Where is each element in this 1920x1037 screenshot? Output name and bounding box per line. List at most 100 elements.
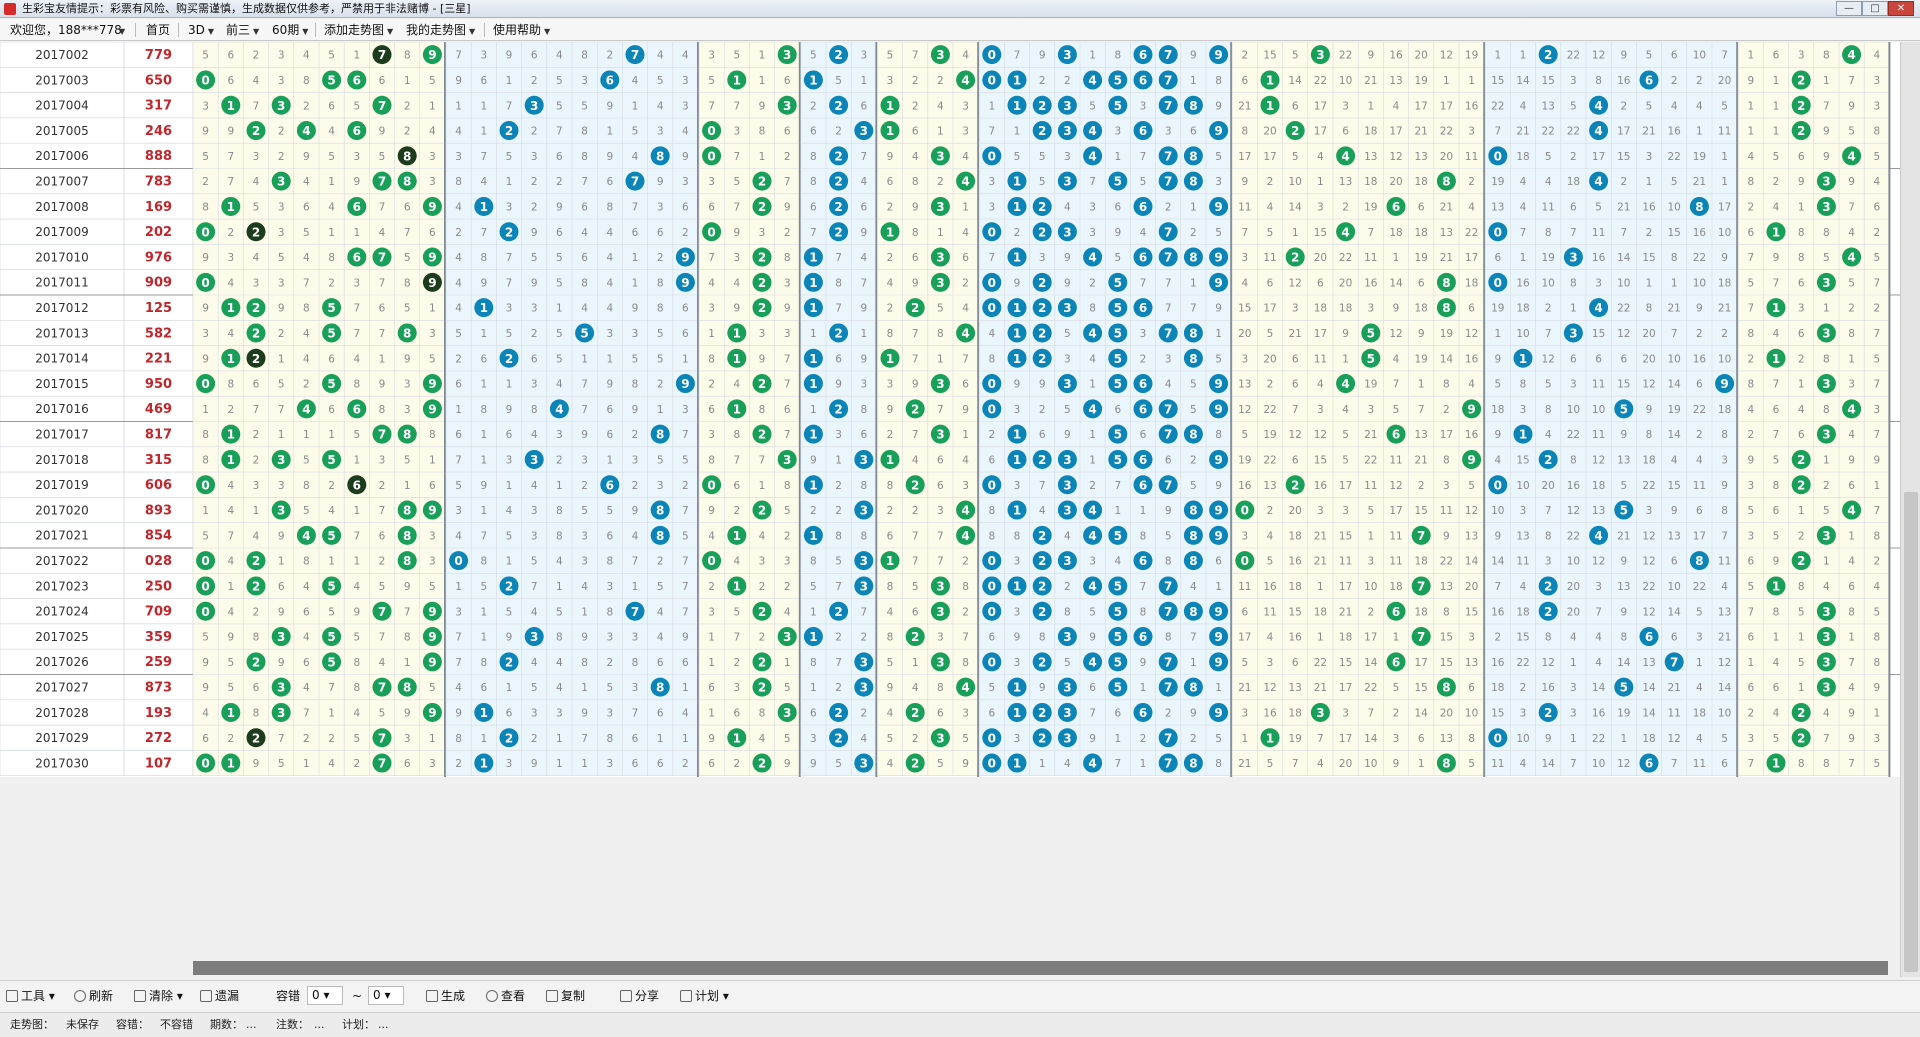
- omission-count: 3: [581, 75, 588, 87]
- omission-count: 2: [733, 505, 740, 517]
- tolerance-from-select[interactable]: 0 ▾: [307, 986, 343, 1005]
- omission-count: 3: [708, 606, 715, 618]
- menu-add-chart[interactable]: 添加走势图 ▼: [324, 19, 393, 43]
- maximize-button[interactable]: □: [1862, 1, 1888, 16]
- tools-menu-button[interactable]: 工具 ▾: [6, 987, 55, 1005]
- omission-count: 7: [988, 126, 995, 138]
- omission-count: 17: [1389, 126, 1402, 138]
- copy-button[interactable]: 复制: [546, 987, 585, 1005]
- omission-count: 2: [835, 126, 842, 138]
- menu-help[interactable]: 使用帮助 ▼: [493, 19, 550, 43]
- omission-count: 8: [606, 556, 613, 568]
- omission-count: 6: [937, 480, 944, 492]
- omission-count: 22: [1693, 252, 1706, 264]
- omission-count: 21: [1238, 758, 1251, 770]
- share-button[interactable]: 分享: [620, 987, 659, 1005]
- omission-count: 7: [480, 151, 487, 163]
- hit-ball-number: 3: [783, 48, 791, 62]
- omission-count: 8: [1823, 50, 1830, 62]
- omission-count: 2: [708, 379, 715, 391]
- omission-count: 1: [328, 227, 335, 239]
- tolerance-separator: ~: [352, 989, 363, 1003]
- omission-count: 6: [962, 252, 969, 264]
- omission-count: 11: [1516, 556, 1529, 568]
- hit-ball-number: 4: [1088, 529, 1096, 543]
- hit-ball-number: 9: [428, 200, 436, 214]
- hit-ball-number: 5: [1367, 352, 1375, 366]
- minimize-button[interactable]: —: [1836, 1, 1862, 16]
- scroll-thumb[interactable]: [1904, 492, 1918, 972]
- omission-count: 21: [1668, 682, 1681, 694]
- hit-ball-number: 2: [252, 301, 260, 315]
- omission-count: 7: [1367, 227, 1374, 239]
- period-label: 2017014: [35, 352, 88, 366]
- omission-count: 4: [1773, 657, 1780, 669]
- omission-count: 4: [1873, 50, 1880, 62]
- close-button[interactable]: ✕: [1888, 1, 1914, 16]
- hit-ball-number: 8: [403, 326, 411, 340]
- omission-count: 5: [353, 429, 360, 441]
- omission-count: 1: [784, 657, 791, 669]
- vertical-scrollbar[interactable]: [1900, 42, 1920, 977]
- hit-ball-number: 3: [1063, 99, 1071, 113]
- hit-ball-number: 4: [1088, 73, 1096, 87]
- omission-count: 7: [480, 530, 487, 542]
- omission-count: 8: [887, 581, 894, 593]
- omission-count: 18: [1516, 303, 1529, 315]
- period-label: 2017007: [35, 175, 88, 189]
- tolerance-to-select[interactable]: 0 ▾: [368, 986, 404, 1005]
- omit-button[interactable]: 遗漏: [200, 987, 239, 1005]
- omission-count: 13: [1440, 733, 1453, 745]
- omission-count: 16: [1642, 201, 1656, 213]
- hit-ball-number: 1: [1013, 251, 1021, 265]
- omission-count: 7: [531, 581, 538, 593]
- user-dropdown-arrow[interactable]: ▼: [116, 19, 125, 43]
- omission-count: 5: [1367, 505, 1374, 517]
- menu-home[interactable]: 首页: [146, 19, 170, 41]
- omission-count: 1: [937, 353, 944, 365]
- hit-ball-number: 8: [1442, 276, 1450, 290]
- omission-count: 9: [1620, 50, 1627, 62]
- omission-count: 6: [1747, 227, 1754, 239]
- omission-count: 6: [937, 707, 944, 719]
- omission-count: 4: [682, 50, 689, 62]
- hit-ball-number: 9: [428, 276, 436, 290]
- view-button[interactable]: 查看: [486, 987, 525, 1005]
- omission-count: 9: [1494, 429, 1501, 441]
- hit-ball-number: 3: [277, 453, 285, 467]
- menu-position[interactable]: 前三 ▼: [226, 19, 259, 43]
- hit-ball-number: 1: [809, 352, 817, 366]
- omission-count: 1: [1089, 50, 1096, 62]
- hit-ball-number: 1: [809, 529, 817, 543]
- hit-ball-number: 8: [1189, 681, 1197, 695]
- omission-count: 22: [1668, 151, 1681, 163]
- omission-count: 6: [1696, 505, 1703, 517]
- menu-period-count[interactable]: 60期 ▼: [272, 19, 308, 43]
- hit-ball-number: 0: [1494, 731, 1502, 745]
- hit-ball-number: 7: [1164, 655, 1172, 669]
- plan-button[interactable]: 计划 ▾: [680, 987, 729, 1005]
- menu-my-charts[interactable]: 我的走势图 ▼: [406, 19, 475, 43]
- clear-button[interactable]: 清除 ▾: [134, 987, 183, 1005]
- omission-count: 5: [1873, 606, 1880, 618]
- omission-count: 8: [860, 404, 867, 416]
- horizontal-scrollbar[interactable]: [193, 961, 1888, 975]
- omission-count: 6: [988, 454, 995, 466]
- omission-count: 7: [227, 530, 234, 542]
- omission-count: 5: [1873, 758, 1880, 770]
- hit-ball-number: 3: [1063, 377, 1071, 391]
- generate-button[interactable]: 生成: [426, 987, 465, 1005]
- omission-count: 5: [1798, 606, 1805, 618]
- hit-ball-number: 5: [1114, 301, 1122, 315]
- hit-ball-number: 1: [1772, 301, 1780, 315]
- brush-icon: [134, 990, 146, 1002]
- menu-lottery-type[interactable]: 3D ▼: [188, 19, 214, 43]
- omission-count: 16: [1465, 100, 1479, 112]
- draw-code: 950: [145, 377, 172, 392]
- omission-count: 8: [1873, 657, 1880, 669]
- refresh-button[interactable]: 刷新: [74, 987, 113, 1005]
- omission-count: 14: [1617, 252, 1631, 264]
- hit-ball-number: 3: [1063, 225, 1071, 239]
- omission-count: 10: [1693, 277, 1706, 289]
- omission-count: 8: [657, 303, 664, 315]
